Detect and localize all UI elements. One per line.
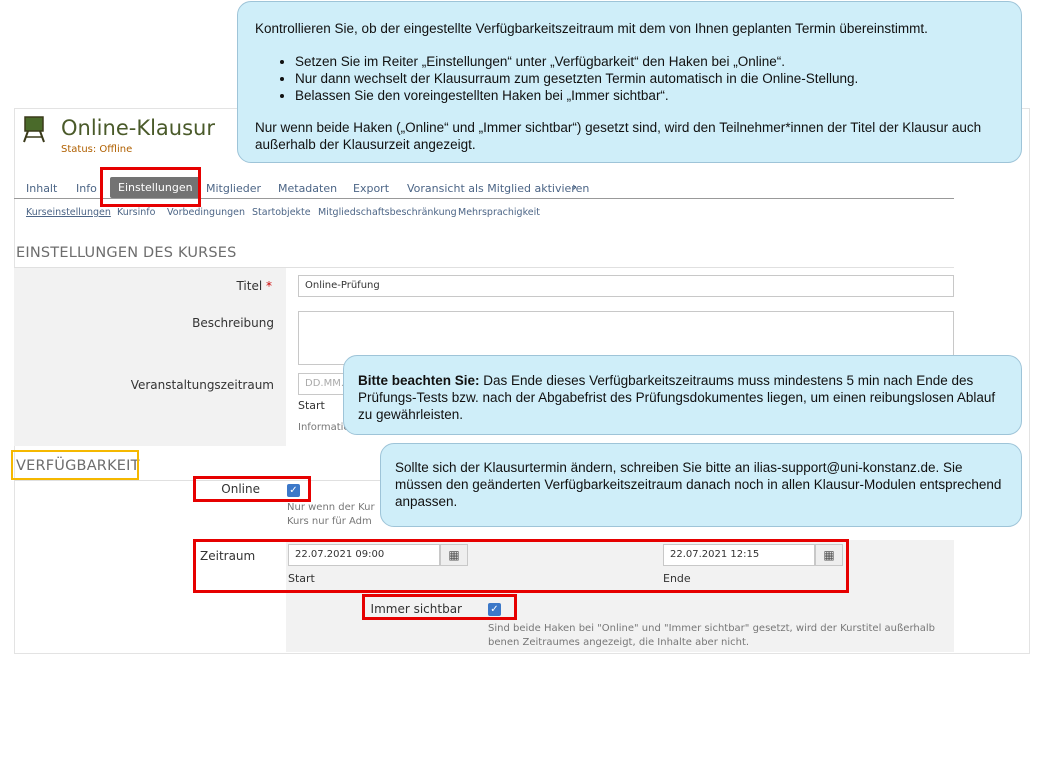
highlight-einstellungen-tab xyxy=(100,167,201,207)
description-label: Beschreibung xyxy=(192,316,274,330)
callout-end-time-note: Bitte beachten Sie: Das Ende dieses Verf… xyxy=(343,355,1022,435)
title-label: Titel * xyxy=(236,279,272,293)
tab-mitglieder[interactable]: Mitglieder xyxy=(206,182,261,195)
highlight-always-visible xyxy=(362,594,517,620)
subtab-mehrsprachigkeit[interactable]: Mehrsprachigkeit xyxy=(458,207,540,218)
subtab-kurseinstellungen[interactable]: Kurseinstellungen xyxy=(26,207,111,218)
status-text: Status: Offline xyxy=(61,144,133,155)
classroom-board-icon xyxy=(23,116,45,143)
callout-bullet: Belassen Sie den voreingestellten Haken … xyxy=(295,87,1005,104)
callout-outro: Nur wenn beide Haken („Online“ und „Imme… xyxy=(255,120,982,152)
online-info-line2: Kurs nur für Adm xyxy=(287,516,372,527)
page-title: Online-Klausur xyxy=(61,116,215,140)
callout-availability-check: Kontrollieren Sie, ob der eingestellte V… xyxy=(237,1,1022,163)
highlight-period-row xyxy=(193,539,849,593)
callout-date-change: Sollte sich der Klausurtermin ändern, sc… xyxy=(380,443,1022,527)
callout-bullet: Setzen Sie im Reiter „Einstellungen“ unt… xyxy=(295,53,1005,70)
tab-preview-as-member[interactable]: Voransicht als Mitglied aktivieren xyxy=(407,182,589,195)
tab-metadaten[interactable]: Metadaten xyxy=(278,182,337,195)
highlight-availability-heading xyxy=(11,450,139,480)
tab-info[interactable]: Info xyxy=(76,182,97,195)
callout-date-change-text: Sollte sich der Klausurtermin ändern, sc… xyxy=(395,460,1002,509)
always-visible-info-line1: Sind beide Haken bei "Online" und "Immer… xyxy=(488,623,935,634)
period-label: Veranstaltungszeitraum xyxy=(130,378,274,392)
callout-intro: Kontrollieren Sie, ob der eingestellte V… xyxy=(255,21,928,36)
settings-heading: EINSTELLUNGEN DES KURSES xyxy=(16,245,237,261)
callout-bullet: Nur dann wechselt der Klausurraum zum ge… xyxy=(295,70,1005,87)
tab-inhalt[interactable]: Inhalt xyxy=(26,182,57,195)
callout-note-bold: Bitte beachten Sie: xyxy=(358,373,480,388)
subtab-vorbedingungen[interactable]: Vorbedingungen xyxy=(167,207,245,218)
highlight-online-checkbox xyxy=(193,476,311,502)
tab-export[interactable]: Export xyxy=(353,182,389,195)
always-visible-info-line2: benen Zeitraumes angezeigt, die Inhalte … xyxy=(488,637,750,648)
period-start-label: Start xyxy=(298,399,325,412)
subtab-startobjekte[interactable]: Startobjekte xyxy=(252,207,311,218)
callout-bullet-list: Setzen Sie im Reiter „Einstellungen“ unt… xyxy=(255,53,1005,104)
chevron-right-icon: › xyxy=(572,180,577,194)
period-info-text: Informatio xyxy=(298,422,350,433)
title-input[interactable]: Online-Prüfung xyxy=(298,275,954,297)
subtab-mitgliedschaftsbeschraenkung[interactable]: Mitgliedschaftsbeschränkung xyxy=(318,207,457,218)
subtab-kursinfo[interactable]: Kursinfo xyxy=(117,207,155,218)
online-info-line1: Nur wenn der Kur xyxy=(287,502,375,513)
